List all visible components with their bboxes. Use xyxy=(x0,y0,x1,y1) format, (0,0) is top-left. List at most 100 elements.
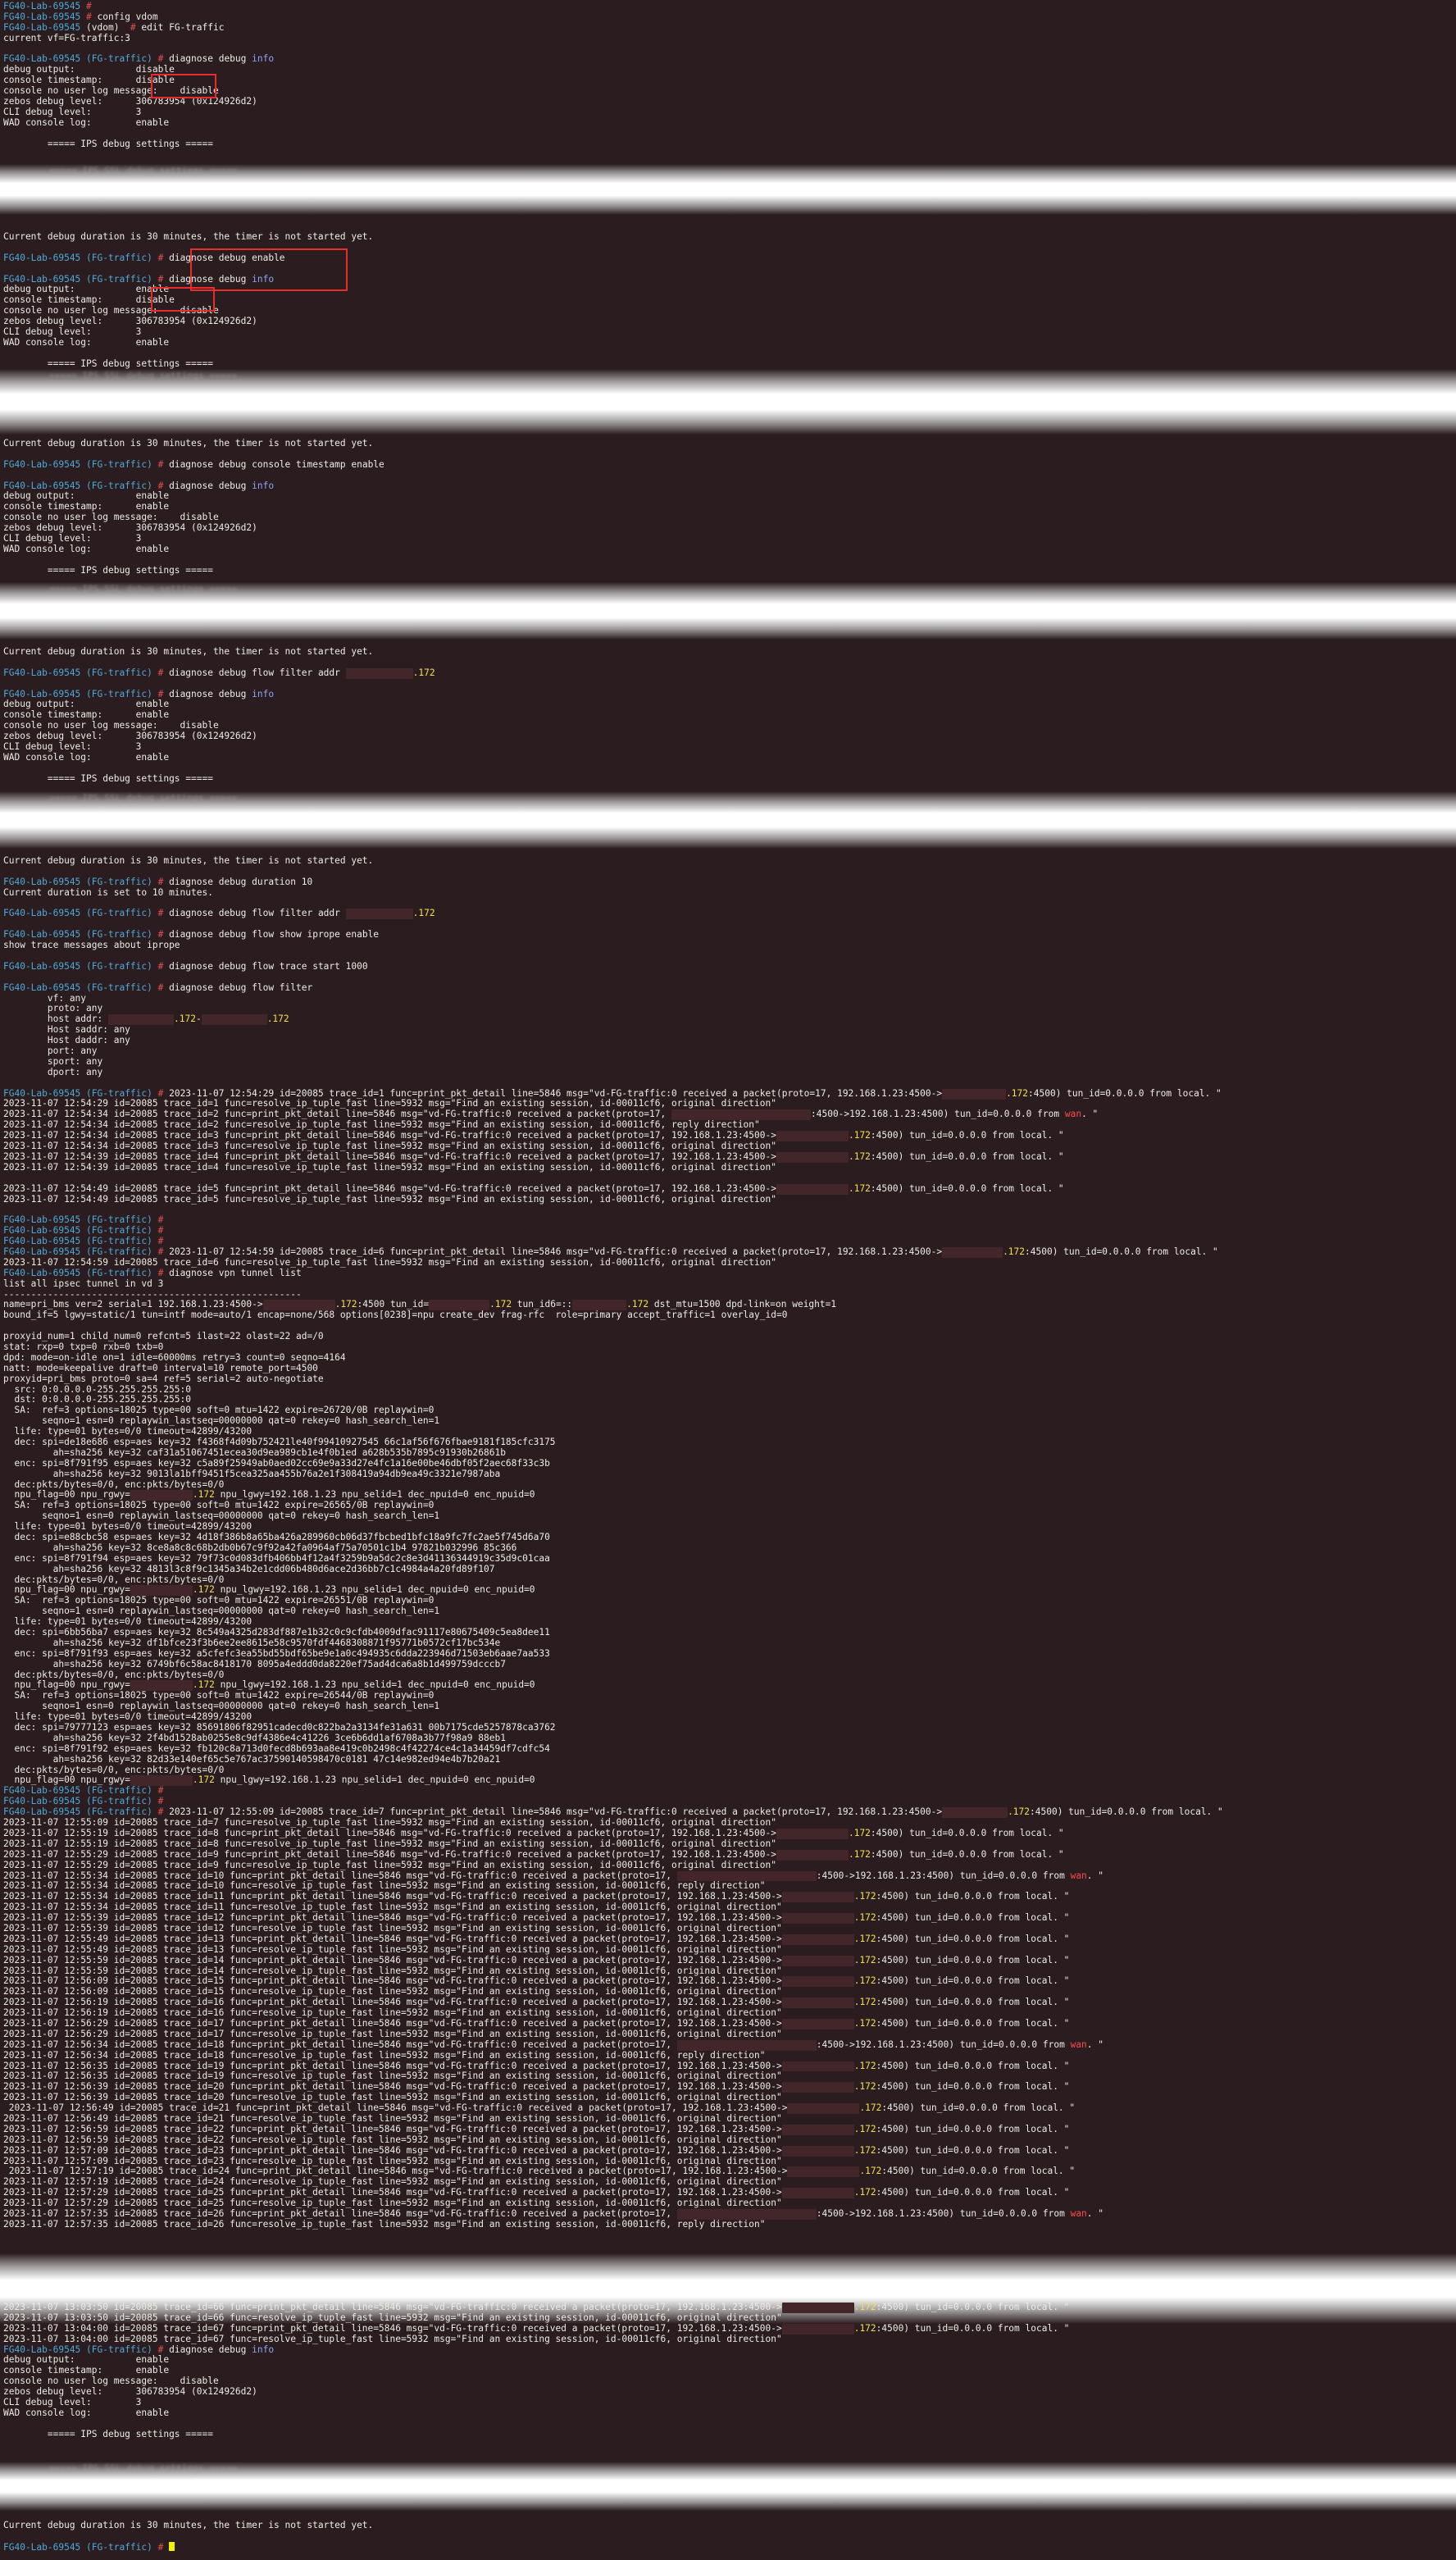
prompt-vdom: (FG-traffic) xyxy=(86,2541,152,2553)
vpn-list-text: list all ipsec tunnel in vd 3 xyxy=(3,1278,164,1289)
line-text: debug output: enable xyxy=(3,699,170,710)
line-text: debug output: enable xyxy=(3,284,170,295)
prompt-host: FG40-Lab-69545 xyxy=(3,1267,81,1278)
filter-line: Host daddr: any xyxy=(3,1035,1456,1046)
command-text[interactable]: diagnose vpn tunnel list xyxy=(169,1268,302,1278)
trace-text: 2023-11-07 12:55:39 id=20085 trace_id=12… xyxy=(3,1912,782,1924)
line-text: console no user log message: disable xyxy=(3,512,219,523)
reply-tail: :4500->192.168.1.23:4500) tun_id=0.0.0.0… xyxy=(816,2038,1071,2050)
command-line: FG40-Lab-69545 (FG-traffic) # diagnose d… xyxy=(3,667,1456,679)
prompt-vdom: (FG-traffic) xyxy=(86,1236,152,1247)
prompt-line: FG40-Lab-69545 (FG-traffic) # xyxy=(3,2541,1456,2553)
section-final: Current debug duration is 30 minutes, th… xyxy=(0,2521,1456,2553)
line-text: ===== IPS debug settings ===== xyxy=(3,138,213,149)
trace-tail: :4500) tun_id=0.0.0.0 from local. " xyxy=(1028,1087,1222,1099)
ip-suffix: .172 xyxy=(848,1848,871,1860)
prompt-hash: # xyxy=(152,876,170,887)
prompt-host: FG40-Lab-69545 xyxy=(3,1225,81,1237)
prompt-vdom: (FG-traffic) xyxy=(86,960,152,972)
redacted-ip xyxy=(781,1892,854,1903)
trace-line: 2023-11-07 12:57:35 id=20085 trace_id=26… xyxy=(3,2219,1456,2230)
prompt-vdom: (FG-traffic) xyxy=(86,2344,152,2355)
line-text: show trace messages about iprope xyxy=(3,940,180,951)
ip-suffix: .172 xyxy=(626,1299,649,1310)
ghost-text: ===== IPS SSL debug settings ===== xyxy=(49,166,238,176)
vpn-text: enc: spi=8f791f93 esp=aes key=32 a5cfefc… xyxy=(3,1647,550,1659)
prompt-hash: # xyxy=(152,1246,170,1257)
prompt-host: FG40-Lab-69545 xyxy=(3,1785,81,1797)
prompt-line: FG40-Lab-69545 # xyxy=(3,2,1456,12)
prompt-host: FG40-Lab-69545 xyxy=(3,688,81,699)
vpn-text: dec: spi=79777123 esp=aes key=32 8569180… xyxy=(3,1722,556,1733)
prompt-host: FG40-Lab-69545 xyxy=(3,11,81,22)
redacted-ip xyxy=(787,2103,860,2114)
command-text[interactable]: diagnose debug duration 10 xyxy=(169,877,312,887)
debug-info-line: CLI debug level: 3 xyxy=(3,326,1456,338)
command-text[interactable]: edit FG-traffic xyxy=(141,22,224,33)
prompt-host: FG40-Lab-69545 xyxy=(3,876,81,887)
line-text: ===== IPS debug settings ===== xyxy=(3,772,213,784)
vpn-text: life: type=01 bytes=0/0 timeout=42899/43… xyxy=(3,1426,253,1437)
vpn-text: npu_flag=00 npu_rgwy= xyxy=(3,1489,130,1501)
line-text: console no user log message: disable xyxy=(3,720,219,731)
ip-suffix: .172 xyxy=(853,2303,876,2312)
command-text[interactable]: diagnose debug console timestamp enable xyxy=(169,459,384,470)
trace-line: 2023-11-07 12:54:49 id=20085 trace_id=5 … xyxy=(3,1194,1456,1205)
debug-info-line: WAD console log: enable xyxy=(3,337,1456,348)
prompt-vdom: (FG-traffic) xyxy=(86,1267,152,1278)
prompt-host: FG40-Lab-69545 xyxy=(3,480,81,491)
trace-text: 2023-11-07 12:55:34 id=20085 trace_id=11… xyxy=(3,1891,782,1902)
ghost-text: ===== IPS SSL debug settings ===== xyxy=(49,793,238,804)
command-text[interactable]: diagnose debug flow filter xyxy=(169,982,312,993)
command-text[interactable]: diagnose debug xyxy=(169,689,252,699)
terminal-line: Current debug duration is 30 minutes, th… xyxy=(3,232,1456,243)
line-text: Current debug duration is 30 minutes, th… xyxy=(3,232,374,242)
screenshot-tear: ===== IPS SSL debug settings ===== xyxy=(0,2462,1456,2511)
command-text[interactable]: diagnose debug flow show iprope enable xyxy=(169,929,379,940)
vpn-text: ah=sha256 key=32 82d33e140ef65c5e767ac37… xyxy=(3,1753,501,1765)
terminal-line: show trace messages about iprope xyxy=(3,940,1456,951)
trace-text: 2023-11-07 12:56:19 id=20085 trace_id=16… xyxy=(3,1997,782,2008)
prompt-vdom: (FG-traffic) xyxy=(86,252,152,263)
vpn-text: ah=sha256 key=32 4813l3c8f9c1345a34b2e1c… xyxy=(3,1563,495,1574)
dst-mtu: dst_mtu=1500 dpd-link=on weight=1 xyxy=(648,1299,837,1310)
trace-text: 2023-11-07 12:55:49 id=20085 trace_id=13… xyxy=(3,1933,782,1944)
prompt-vdom: (FG-traffic) xyxy=(86,1246,152,1257)
prompt-hash: # xyxy=(152,2344,170,2355)
trace-text: 2023-11-07 12:56:09 id=20085 trace_id=15… xyxy=(3,1986,782,1997)
prompt-hash: # xyxy=(152,1225,170,1237)
wan-word: wan xyxy=(1070,2208,1087,2219)
debug-info-line: zebos debug level: 306783954 (0x124926d2… xyxy=(3,96,1456,107)
vpn-text: ah=sha256 key=32 caf31a51067451ecea30d9e… xyxy=(3,1446,506,1458)
command-text[interactable]: diagnose debug xyxy=(169,53,252,65)
command-text[interactable]: config vdom xyxy=(98,11,158,22)
command-text[interactable]: diagnose debug xyxy=(169,2344,252,2355)
dash: - xyxy=(195,1014,202,1025)
prompt-hash: # xyxy=(125,21,142,33)
command-text[interactable]: diagnose debug flow filter addr xyxy=(169,908,346,919)
prompt-host: FG40-Lab-69545 xyxy=(3,1796,81,1807)
screenshot-tear: ===== IPS SSL debug settings ===== xyxy=(0,164,1456,215)
vpn-text: ah=sha256 key=32 8ce8a8c8c68b2db0b67c9f9… xyxy=(3,1542,517,1553)
prompt-hash: # xyxy=(152,982,170,993)
ip-suffix: .172 xyxy=(853,1933,876,1944)
line-text: zebos debug level: 306783954 (0x124926d2… xyxy=(3,316,257,327)
screenshot-tear: ===== IPS SSL debug settings ===== xyxy=(0,791,1456,849)
line-text: zebos debug level: 306783954 (0x124926d2… xyxy=(3,522,257,534)
command-text[interactable]: diagnose debug flow trace start 1000 xyxy=(169,961,367,972)
cursor[interactable] xyxy=(169,2541,175,2551)
ip-suffix: .172 xyxy=(173,1014,196,1025)
filter-line: Host saddr: any xyxy=(3,1024,1456,1036)
redacted-ip xyxy=(781,2082,854,2093)
npu-tail: npu_lgwy=192.168.1.23 npu_selid=1 dec_np… xyxy=(214,1679,535,1691)
debug-info-line: WAD console log: enable xyxy=(3,2407,1456,2419)
ip-suffix: .172 xyxy=(334,1299,357,1310)
command-line: FG40-Lab-69545 (FG-traffic) # diagnose d… xyxy=(3,908,1456,920)
ip-suffix: .172 xyxy=(192,1489,215,1501)
ip-suffix: .172 xyxy=(853,2123,876,2134)
command-text[interactable]: diagnose debug xyxy=(169,481,252,491)
trace-text: 2023-11-07 12:57:29 id=20085 trace_id=25… xyxy=(3,2198,782,2209)
command-text[interactable]: diagnose debug flow filter addr xyxy=(169,667,346,678)
line-text: WAD console log: enable xyxy=(3,2407,170,2418)
trace-text: 2023-11-07 12:54:34 id=20085 trace_id=3 … xyxy=(3,1130,776,1141)
